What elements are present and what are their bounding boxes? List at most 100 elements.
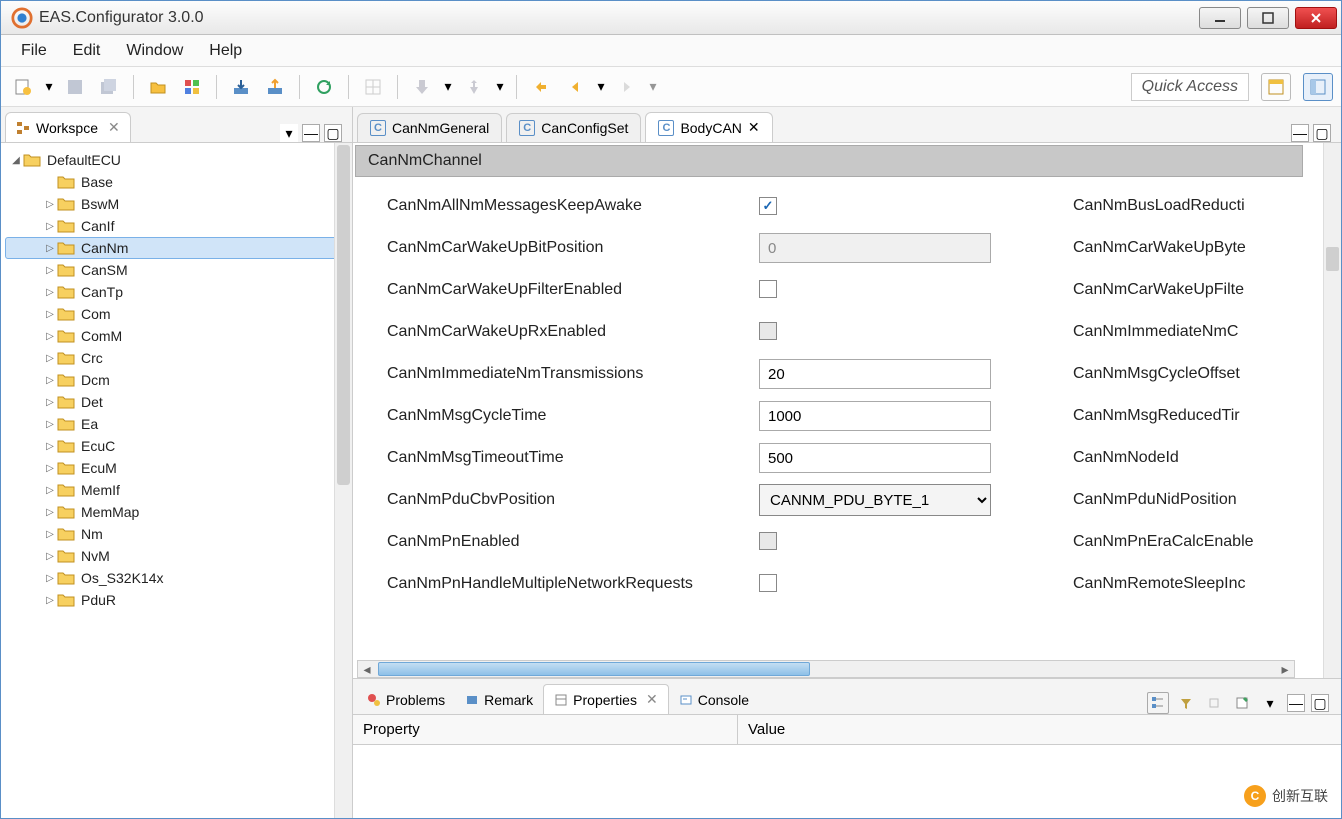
menu-edit[interactable]: Edit	[61, 36, 113, 66]
maximize-bottom-icon[interactable]: ▢	[1311, 694, 1329, 712]
tree-item-bswm[interactable]: ▷BswM	[5, 193, 348, 215]
generate-icon[interactable]	[408, 73, 436, 101]
menu-file[interactable]: File	[9, 36, 59, 66]
checkbox[interactable]	[759, 280, 777, 298]
text-input[interactable]	[759, 233, 991, 263]
minimize-editor-icon[interactable]: —	[1291, 124, 1309, 142]
tree-item-canif[interactable]: ▷CanIf	[5, 215, 348, 237]
components-icon[interactable]	[178, 73, 206, 101]
tree-item-ea[interactable]: ▷Ea	[5, 413, 348, 435]
perspective-icon[interactable]	[1303, 73, 1333, 101]
scrollbar-thumb[interactable]	[337, 145, 350, 485]
checkbox[interactable]	[759, 574, 777, 592]
close-button[interactable]	[1295, 7, 1337, 29]
tree-item-com[interactable]: ▷Com	[5, 303, 348, 325]
property-column-header[interactable]: Property	[353, 715, 738, 744]
app-icon	[11, 7, 33, 29]
filter-icon[interactable]	[1175, 692, 1197, 714]
nav-icon[interactable]	[527, 73, 555, 101]
view-menu-icon[interactable]: ▾	[1259, 692, 1281, 714]
minimize-button[interactable]	[1199, 7, 1241, 29]
save-icon[interactable]	[61, 73, 89, 101]
run-icon[interactable]	[460, 73, 488, 101]
run-dropdown[interactable]: ▾	[494, 78, 506, 95]
forward-dropdown[interactable]: ▾	[647, 78, 659, 95]
tree-item-ecuc[interactable]: ▷EcuC	[5, 435, 348, 457]
tree-item-ecum[interactable]: ▷EcuM	[5, 457, 348, 479]
scroll-left-icon[interactable]: ◂	[358, 661, 376, 677]
tree-item-pdur[interactable]: ▷PduR	[5, 589, 348, 611]
grid-icon[interactable]	[359, 73, 387, 101]
save-all-icon[interactable]	[95, 73, 123, 101]
tree-item-base[interactable]: Base	[5, 171, 348, 193]
close-icon[interactable]: ✕	[108, 119, 120, 136]
workspace-tree[interactable]: ◢DefaultECU Base▷BswM▷CanIf▷CanNm▷CanSM▷…	[1, 143, 352, 818]
tree-item-memif[interactable]: ▷MemIf	[5, 479, 348, 501]
editor-tab-canconfigset[interactable]: CCanConfigSet	[506, 113, 641, 142]
new-icon[interactable]	[9, 73, 37, 101]
menu-window[interactable]: Window	[114, 36, 195, 66]
new-dropdown[interactable]: ▾	[43, 78, 55, 95]
horizontal-scrollbar[interactable]: ◂ ▸	[357, 660, 1295, 678]
editor-tab-bodycan[interactable]: CBodyCAN✕	[645, 112, 772, 142]
checkbox[interactable]	[759, 532, 777, 550]
close-icon[interactable]: ✕	[646, 691, 658, 708]
tree-root[interactable]: ◢DefaultECU	[5, 149, 348, 171]
forward-icon[interactable]	[613, 73, 641, 101]
workspace-tab-label: Workspce	[36, 120, 98, 136]
menu-help[interactable]: Help	[197, 36, 254, 66]
field-label: CanNmMsgReducedTir	[1073, 407, 1240, 425]
tree-item-det[interactable]: ▷Det	[5, 391, 348, 413]
text-input[interactable]	[759, 359, 991, 389]
minimize-bottom-icon[interactable]: —	[1287, 694, 1305, 712]
tree-scrollbar[interactable]	[334, 143, 352, 818]
hscroll-thumb[interactable]	[378, 662, 810, 676]
refresh-icon[interactable]	[310, 73, 338, 101]
editor-tab-cannmgeneral[interactable]: CCanNmGeneral	[357, 113, 502, 142]
import-icon[interactable]	[227, 73, 255, 101]
tree-item-nm[interactable]: ▷Nm	[5, 523, 348, 545]
bottom-tab-properties[interactable]: Properties✕	[543, 684, 669, 714]
tree-item-crc[interactable]: ▷Crc	[5, 347, 348, 369]
export-icon[interactable]	[261, 73, 289, 101]
vertical-scrollbar[interactable]	[1323, 143, 1341, 678]
tree-item-cansm[interactable]: ▷CanSM	[5, 259, 348, 281]
properties-header: Property Value	[353, 715, 1341, 745]
pin-icon[interactable]	[1203, 692, 1225, 714]
bottom-tab-remark[interactable]: Remark	[455, 686, 543, 714]
tree-mode-icon[interactable]	[1147, 692, 1169, 714]
open-icon[interactable]	[144, 73, 172, 101]
workspace-tab[interactable]: Workspce ✕	[5, 112, 131, 142]
tree-item-nvm[interactable]: ▷NvM	[5, 545, 348, 567]
maximize-editor-icon[interactable]: ▢	[1313, 124, 1331, 142]
bottom-tab-console[interactable]: Console	[669, 686, 759, 714]
select-input[interactable]: CANNM_PDU_BYTE_1	[759, 484, 991, 516]
tree-item-os_s32k14x[interactable]: ▷Os_S32K14x	[5, 567, 348, 589]
maximize-button[interactable]	[1247, 7, 1289, 29]
tree-item-cannm[interactable]: ▷CanNm	[5, 237, 348, 259]
open-perspective-icon[interactable]	[1261, 73, 1291, 101]
close-icon[interactable]: ✕	[748, 119, 760, 136]
text-input[interactable]	[759, 401, 991, 431]
scroll-right-icon[interactable]: ▸	[1276, 661, 1294, 677]
value-column-header[interactable]: Value	[738, 715, 1341, 744]
back-dropdown[interactable]: ▾	[595, 78, 607, 95]
checkbox[interactable]	[759, 197, 777, 215]
field-label: CanNmMsgCycleOffset	[1073, 365, 1240, 383]
bottom-tab-problems[interactable]: Problems	[357, 686, 455, 714]
tree-item-comm[interactable]: ▷ComM	[5, 325, 348, 347]
vscroll-thumb[interactable]	[1326, 247, 1339, 271]
new-prop-icon[interactable]	[1231, 692, 1253, 714]
tree-item-dcm[interactable]: ▷Dcm	[5, 369, 348, 391]
quick-access[interactable]: Quick Access	[1131, 73, 1249, 101]
checkbox[interactable]	[759, 322, 777, 340]
tree-item-cantp[interactable]: ▷CanTp	[5, 281, 348, 303]
back-icon[interactable]	[561, 73, 589, 101]
view-menu-icon[interactable]: ▾	[280, 124, 298, 142]
generate-dropdown[interactable]: ▾	[442, 78, 454, 95]
minimize-view-icon[interactable]: —	[302, 124, 320, 142]
text-input[interactable]	[759, 443, 991, 473]
maximize-view-icon[interactable]: ▢	[324, 124, 342, 142]
menubar: File Edit Window Help	[1, 35, 1341, 67]
tree-item-memmap[interactable]: ▷MemMap	[5, 501, 348, 523]
